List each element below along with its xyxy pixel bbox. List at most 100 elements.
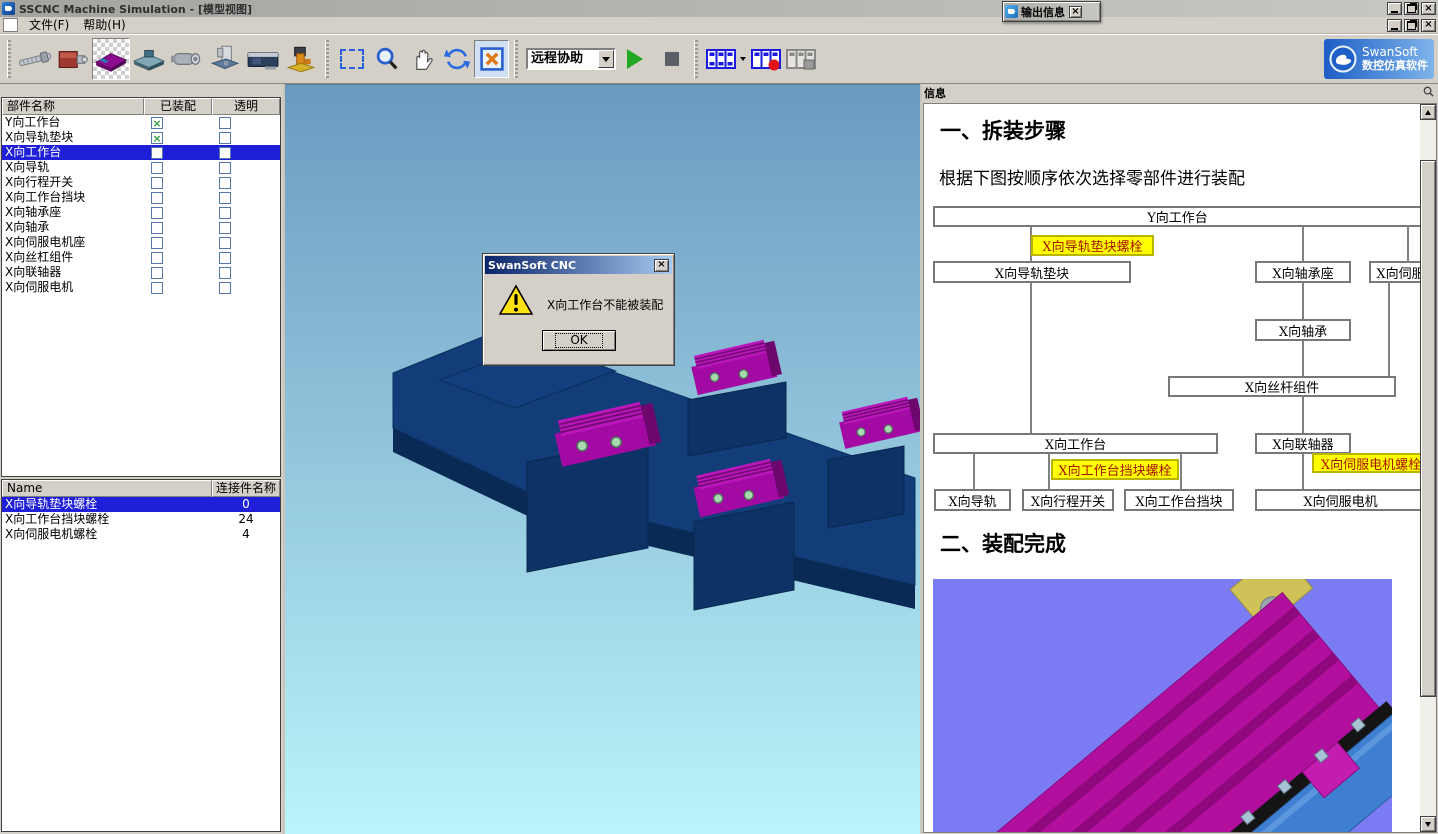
transparent-checkbox[interactable]: [219, 132, 231, 144]
model-viewport[interactable]: [285, 84, 920, 834]
table-row[interactable]: X向伺服电机座: [2, 235, 280, 250]
dialog-close-button[interactable]: ×: [654, 259, 669, 272]
diagram-node-x-servo-motor-bolt[interactable]: X向伺服电机螺栓: [1312, 453, 1426, 473]
assembled-checkbox[interactable]: [151, 237, 163, 249]
assembled-checkbox[interactable]: [151, 222, 163, 234]
menu-help[interactable]: 帮助(H): [76, 17, 132, 33]
scroll-up-button[interactable]: [1420, 104, 1436, 120]
dialog-title-bar[interactable]: SwanSoft CNC ×: [485, 256, 672, 274]
diagram-node-x-servo-motor[interactable]: X向伺服电机: [1255, 489, 1426, 511]
assembled-checkbox[interactable]: [151, 192, 163, 204]
pan-button[interactable]: [404, 40, 439, 78]
table-row[interactable]: X向工作台挡块: [2, 190, 280, 205]
document-icon[interactable]: [3, 18, 18, 32]
table-row[interactable]: X向丝杠组件: [2, 250, 280, 265]
diagram-node-x-coupling[interactable]: X向联轴器: [1255, 433, 1351, 454]
table-row[interactable]: X向伺服电机螺栓4: [2, 527, 280, 542]
zoom-button[interactable]: [369, 40, 404, 78]
diagram-node-x-rail-pad[interactable]: X向导轨垫块: [933, 261, 1131, 283]
gearbox-button[interactable]: [54, 38, 92, 80]
toolbar-grip[interactable]: [7, 40, 11, 78]
diagram-node-x-worktable[interactable]: X向工作台: [933, 433, 1218, 454]
menu-file[interactable]: 文件(F): [22, 17, 76, 33]
diagram-node-x-stop-block[interactable]: X向工作台挡块: [1124, 489, 1234, 511]
film-record-button[interactable]: [748, 40, 783, 78]
scrollbar-thumb[interactable]: [1420, 160, 1436, 697]
transparent-checkbox[interactable]: [219, 222, 231, 234]
child-restore-button[interactable]: [1404, 19, 1419, 32]
press-machine-button[interactable]: [282, 38, 320, 80]
fit-view-button[interactable]: [474, 40, 509, 78]
transparent-checkbox[interactable]: [219, 117, 231, 129]
assembled-checkbox[interactable]: [151, 162, 163, 174]
assembled-checkbox[interactable]: ×: [151, 117, 163, 129]
transparent-checkbox[interactable]: [219, 267, 231, 279]
toolbar-grip[interactable]: [514, 40, 518, 78]
table-row[interactable]: X向伺服电机: [2, 280, 280, 295]
transparent-checkbox[interactable]: [219, 192, 231, 204]
diagram-node-x-bearing-seat[interactable]: X向轴承座: [1255, 261, 1351, 283]
output-info-window[interactable]: 输出信息 ×: [1002, 1, 1101, 22]
scroll-down-button[interactable]: [1420, 816, 1436, 832]
play-button[interactable]: [619, 40, 654, 78]
table-row[interactable]: X向导轨: [2, 160, 280, 175]
pin-icon[interactable]: [1423, 86, 1434, 100]
info-scrollbar[interactable]: [1420, 104, 1436, 832]
stop-button[interactable]: [654, 40, 689, 78]
diagram-node-x-bearing[interactable]: X向轴承: [1255, 319, 1351, 341]
assembled-checkbox[interactable]: [151, 282, 163, 294]
assembled-checkbox[interactable]: [151, 267, 163, 279]
assembled-checkbox[interactable]: [151, 207, 163, 219]
diagram-node-x-rail[interactable]: X向导轨: [934, 489, 1011, 511]
diagram-node-x-leadscrew[interactable]: X向丝杆组件: [1168, 376, 1396, 397]
column-header-transparent[interactable]: 透明: [212, 98, 280, 115]
table-row[interactable]: X向导轨垫块×: [2, 130, 280, 145]
diagram-node-x-limit-switch[interactable]: X向行程开关: [1022, 489, 1114, 511]
child-close-button[interactable]: ×: [1421, 19, 1436, 32]
diagram-node-x-stop-block-bolt[interactable]: X向工作台挡块螺栓: [1051, 459, 1179, 480]
transparent-checkbox[interactable]: [219, 252, 231, 264]
column-header-part-name[interactable]: 部件名称: [2, 98, 144, 115]
toolbar-grip[interactable]: [325, 40, 329, 78]
assembled-checkbox[interactable]: [151, 177, 163, 189]
column-header-assembled[interactable]: 已装配: [144, 98, 212, 115]
table-row[interactable]: Y向工作台×: [2, 115, 280, 130]
cnc-lathe-button[interactable]: [244, 38, 282, 80]
close-button[interactable]: ×: [1421, 2, 1436, 15]
diagram-node-x-rail-pad-bolt[interactable]: X向导轨垫块螺栓: [1031, 235, 1154, 256]
ok-button[interactable]: OK: [542, 330, 616, 351]
film-button[interactable]: [703, 40, 738, 78]
toolbar-grip[interactable]: [694, 40, 698, 78]
table-row[interactable]: X向行程开关: [2, 175, 280, 190]
table-row[interactable]: X向联轴器: [2, 265, 280, 280]
film-stop-button[interactable]: [783, 40, 818, 78]
child-minimize-button[interactable]: [1387, 19, 1402, 32]
column-header-connector-name[interactable]: 连接件名称: [212, 480, 280, 497]
combobox-dropdown-button[interactable]: [598, 50, 614, 68]
diagram-node-y-worktable[interactable]: Y向工作台: [933, 206, 1422, 227]
transparent-checkbox[interactable]: [219, 237, 231, 249]
restore-button[interactable]: [1404, 2, 1419, 15]
table-row[interactable]: X向轴承座: [2, 205, 280, 220]
transparent-checkbox[interactable]: [219, 147, 231, 159]
rail-table-button[interactable]: [130, 38, 168, 80]
assembled-checkbox[interactable]: [151, 147, 163, 159]
minimize-button[interactable]: [1387, 2, 1402, 15]
remote-assist-combobox[interactable]: 远程协助: [526, 48, 616, 70]
ballscrew-button[interactable]: [16, 38, 54, 80]
table-row[interactable]: X向工作台挡块螺栓24: [2, 512, 280, 527]
film-dropdown-button[interactable]: [738, 54, 748, 64]
diagram-node-x-servo-motor-seat[interactable]: X向伺服电机座: [1369, 261, 1426, 283]
select-rectangle-button[interactable]: [334, 40, 369, 78]
transparent-checkbox[interactable]: [219, 207, 231, 219]
assembled-checkbox[interactable]: ×: [151, 132, 163, 144]
transparent-checkbox[interactable]: [219, 282, 231, 294]
x-worktable-button[interactable]: [92, 38, 130, 80]
table-row[interactable]: X向轴承: [2, 220, 280, 235]
assembled-checkbox[interactable]: [151, 252, 163, 264]
column-header-name[interactable]: Name: [2, 480, 212, 497]
transparent-checkbox[interactable]: [219, 177, 231, 189]
spindle-button[interactable]: [168, 38, 206, 80]
output-window-close-button[interactable]: ×: [1069, 6, 1082, 18]
transparent-checkbox[interactable]: [219, 162, 231, 174]
